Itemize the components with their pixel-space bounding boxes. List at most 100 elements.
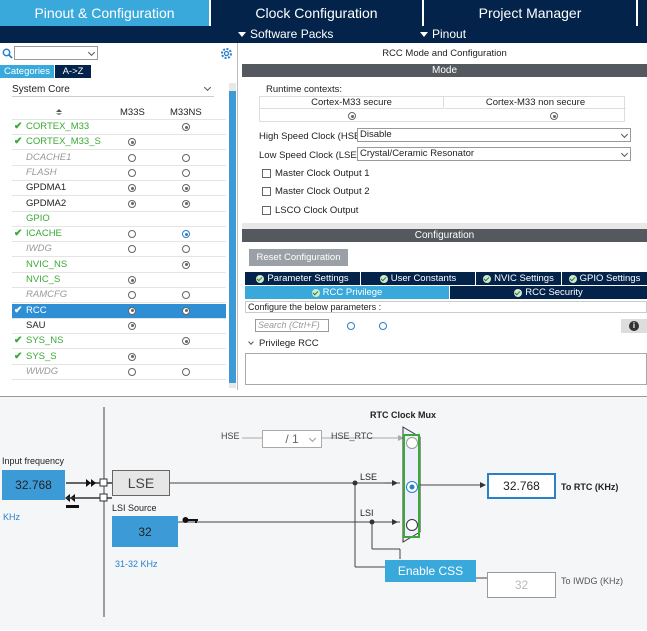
m33s-radio[interactable] <box>128 367 136 376</box>
context-secure-radio[interactable] <box>348 112 356 120</box>
m33ns-radio[interactable] <box>182 168 190 177</box>
m33ns-radio[interactable] <box>182 123 190 131</box>
m33s-radio[interactable] <box>128 153 136 162</box>
sidebar-item-label: ICACHE <box>26 228 62 240</box>
privilege-group-label: Privilege RCC <box>259 338 319 349</box>
tab-gpio-settings[interactable]: GPIO Settings <box>562 272 647 285</box>
tab-project-manager[interactable]: Project Manager <box>424 0 636 26</box>
m33ns-radio[interactable] <box>182 230 190 239</box>
tab-pinout-configuration[interactable]: Pinout & Configuration <box>0 0 209 26</box>
lse-input-frequency[interactable]: 32.768 <box>2 470 65 500</box>
tab-parameter-settings[interactable]: Parameter Settings <box>245 272 360 285</box>
sidebar-item-gpio[interactable]: GPIO <box>12 212 226 227</box>
enable-css-button[interactable]: Enable CSS <box>385 560 476 582</box>
sidebar-item-sys_ns[interactable]: ✔ SYS_NS <box>12 334 226 350</box>
sidebar-item-rcc[interactable]: ✔ RCC <box>12 303 226 319</box>
sidebar-item-cortex_m33_s[interactable]: ✔ CORTEX_M33_S <box>12 135 226 151</box>
sidebar-item-flash[interactable]: FLASH <box>12 166 226 181</box>
hse-label: HSE <box>221 431 240 441</box>
chevron-down-icon <box>248 339 254 345</box>
sidebar-item-dcache1[interactable]: DCACHE1 <box>12 151 226 166</box>
privilege-rcc-group[interactable]: Privilege RCC <box>248 338 647 350</box>
m33ns-radio[interactable] <box>182 306 190 315</box>
m33s-radio[interactable] <box>128 276 136 284</box>
sidebar-item-wwdg[interactable]: WWDG <box>12 365 226 380</box>
m33s-radio[interactable] <box>128 306 136 315</box>
tab-rcc-privilege[interactable]: RCC Privilege <box>245 286 449 299</box>
m33s-radio[interactable] <box>128 245 136 254</box>
m33s-radio[interactable] <box>128 199 136 208</box>
m33s-radio[interactable] <box>128 352 136 361</box>
m33ns-radio[interactable] <box>182 199 190 208</box>
param-search-input[interactable]: Search (Ctrl+F) <box>255 319 329 332</box>
hse-select[interactable]: Disable <box>357 128 631 142</box>
m33s-radio[interactable] <box>128 168 136 177</box>
context-nonsecure-radio[interactable] <box>550 112 558 120</box>
sidebar-item-ramcfg[interactable]: RAMCFG <box>12 288 226 304</box>
sidebar-item-label: NVIC_NS <box>26 258 68 270</box>
khz-unit: KHz <box>3 512 21 522</box>
tab-user-constants[interactable]: User Constants <box>361 272 475 285</box>
tab-clock-configuration[interactable]: Clock Configuration <box>211 0 422 26</box>
info-button[interactable]: i <box>621 319 647 333</box>
sidebar-item-sau[interactable]: SAU <box>12 319 226 334</box>
tab-overflow[interactable] <box>638 0 647 26</box>
check-circle-icon <box>379 274 388 283</box>
lse-line-label: LSE <box>360 472 378 482</box>
tab-a-z[interactable]: A->Z <box>55 65 91 78</box>
to-iwdg-label: To IWDG (KHz) <box>561 576 623 586</box>
runtime-contexts-table: Cortex-M33 secure Cortex-M33 non secure <box>259 96 626 122</box>
tab-categories[interactable]: Categories <box>0 65 54 78</box>
tab-nvic-settings[interactable]: NVIC Settings <box>476 272 561 285</box>
lsco-checkbox[interactable] <box>262 206 271 215</box>
sidebar-item-nvic_ns[interactable]: NVIC_NS <box>12 258 226 273</box>
hse-rtc-divider[interactable]: / 1 <box>262 430 322 448</box>
search-input[interactable] <box>14 46 98 60</box>
mco1-label: Master Clock Output 1 <box>275 168 370 179</box>
sort-icon[interactable] <box>56 109 62 115</box>
group-system-core[interactable]: System Core <box>12 83 214 97</box>
sidebar-item-nvic_s[interactable]: NVIC_S <box>12 273 226 288</box>
previous-icon[interactable] <box>347 322 355 330</box>
next-icon[interactable] <box>379 322 387 330</box>
search-icon <box>2 48 13 59</box>
configuration-header: Configuration <box>242 229 647 242</box>
lse-select[interactable]: Crystal/Ceramic Resonator <box>357 147 631 161</box>
m33ns-radio[interactable] <box>182 367 190 376</box>
lsi-line-label: LSI <box>360 508 374 518</box>
m33s-radio[interactable] <box>128 291 136 300</box>
m33s-radio[interactable] <box>128 321 136 330</box>
sidebar-item-gpdma2[interactable]: GPDMA2 <box>12 197 226 212</box>
sidebar-item-cortex_m33[interactable]: ✔ CORTEX_M33 <box>12 120 226 135</box>
scrollbar-track[interactable] <box>229 83 236 388</box>
sidebar-item-icache[interactable]: ✔ ICACHE <box>12 227 226 243</box>
m33s-radio[interactable] <box>128 138 136 147</box>
sidebar-item-gpdma1[interactable]: GPDMA1 <box>12 181 226 197</box>
sidebar-item-iwdg[interactable]: IWDG <box>12 242 226 258</box>
tab-label: Pinout & Configuration <box>34 5 175 21</box>
scrollbar-thumb[interactable] <box>229 91 236 383</box>
software-packs-menu[interactable]: Software Packs <box>238 27 333 41</box>
m33ns-radio[interactable] <box>182 291 190 300</box>
m33ns-radio[interactable] <box>182 260 190 269</box>
pinout-menu[interactable]: Pinout <box>420 27 466 41</box>
sidebar-item-sys_s[interactable]: ✔ SYS_S <box>12 350 226 365</box>
m33s-radio[interactable] <box>128 230 136 239</box>
m33s-radio[interactable] <box>128 184 136 193</box>
category-sidebar: Categories A->Z System Core M33S M33NS ✔… <box>0 43 238 390</box>
to-rtc-label: To RTC (KHz) <box>561 482 619 492</box>
m33ns-radio[interactable] <box>182 245 190 254</box>
tab-label: Parameter Settings <box>267 273 349 284</box>
divider-value: / 1 <box>285 432 299 446</box>
m33ns-radio[interactable] <box>182 337 190 346</box>
sidebar-item-label: NVIC_S <box>26 274 61 285</box>
m33ns-radio[interactable] <box>182 153 190 162</box>
reset-configuration-button[interactable]: Reset Configuration <box>249 249 348 266</box>
tab-rcc-security[interactable]: RCC Security <box>450 286 647 299</box>
mco1-checkbox[interactable] <box>262 169 271 178</box>
mco2-checkbox[interactable] <box>262 187 271 196</box>
hse-label: High Speed Clock (HSE) <box>259 131 364 142</box>
lse-oscillator[interactable]: LSE <box>112 470 170 496</box>
gear-icon[interactable] <box>220 47 233 60</box>
m33ns-radio[interactable] <box>182 184 190 193</box>
